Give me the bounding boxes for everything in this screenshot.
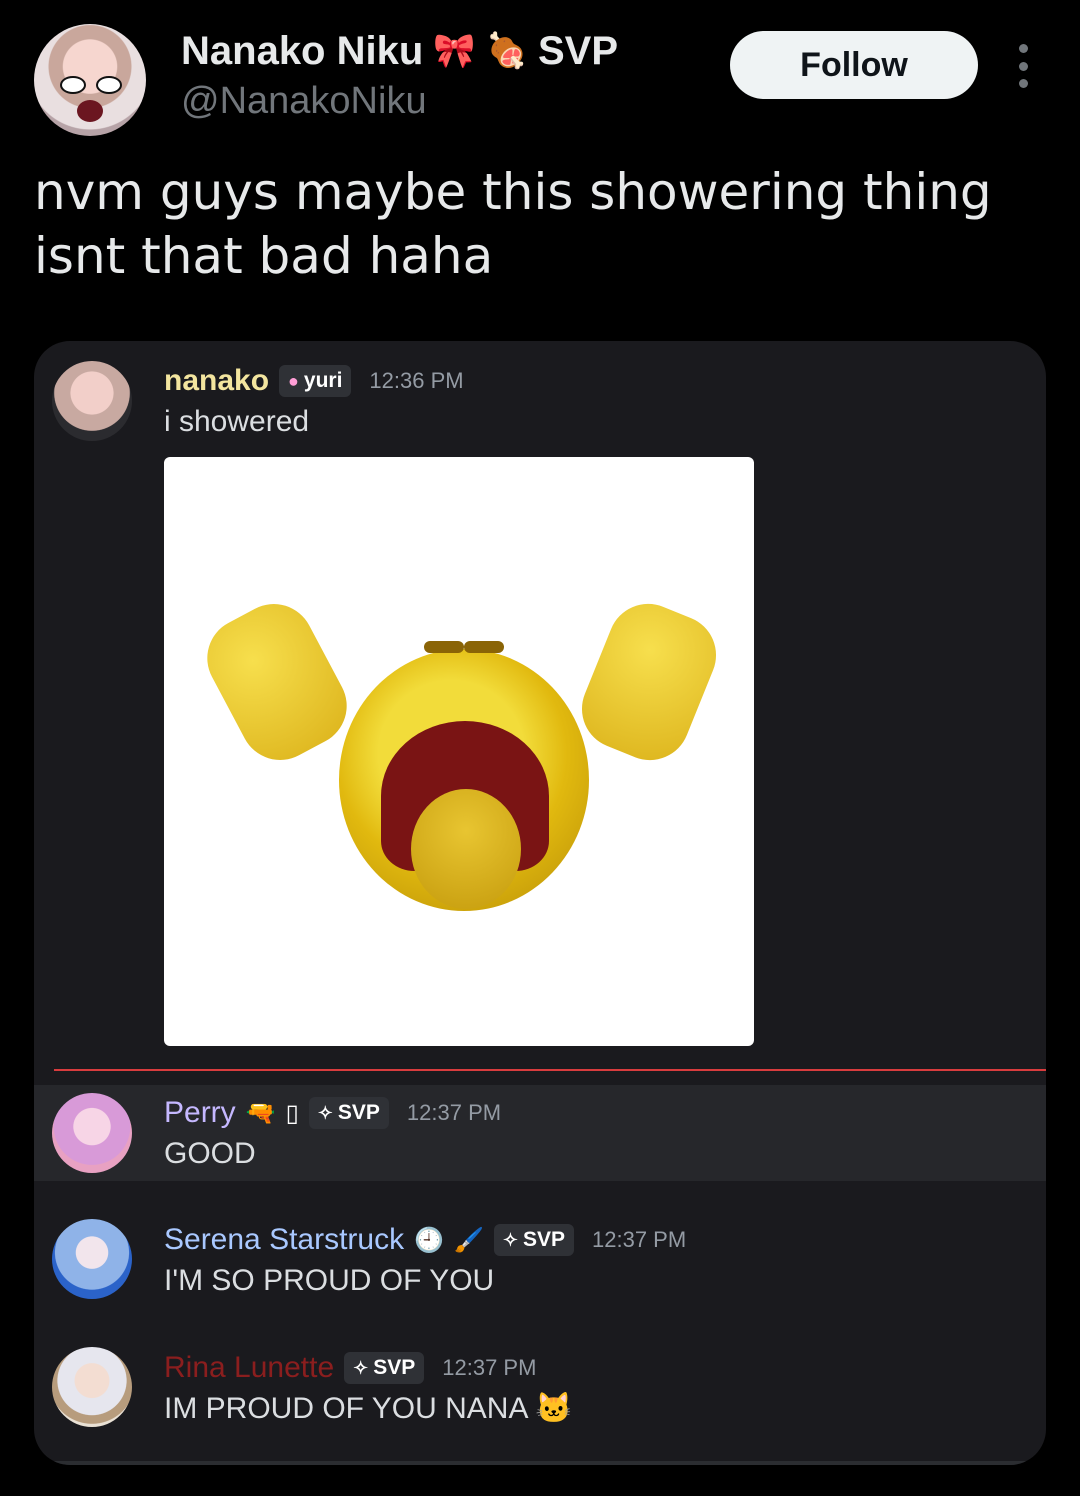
diamond-icon: ✧: [317, 1103, 333, 1123]
card-bottom-edge: [34, 1461, 1046, 1465]
message-text: i showered: [164, 405, 310, 438]
right-hand-shape: [569, 591, 729, 773]
brush-icon: 🖌️: [454, 1226, 484, 1254]
message-header: Serena Starstruck 🕘 🖌️ ✧ SVP 12:37 PM: [164, 1220, 686, 1260]
perry-avatar: [52, 1093, 132, 1173]
rina-avatar: [52, 1347, 132, 1427]
heart-icon: ●: [288, 371, 299, 391]
avatar-eye-right: [96, 76, 122, 94]
message-header: Perry 🔫 ▯ ✧ SVP 12:37 PM: [164, 1093, 501, 1133]
diamond-icon: ✧: [502, 1230, 518, 1250]
message-timestamp: 12:36 PM: [369, 368, 464, 393]
message-timestamp: 12:37 PM: [406, 1100, 502, 1125]
new-messages-divider: [54, 1069, 1046, 1071]
author-display-name[interactable]: Nanako Niku: [181, 29, 423, 74]
tweet-header: Nanako Niku 🎀 🍖 SVP @NanakoNiku Follow: [0, 0, 1080, 150]
meat-emoji-icon: 🍖: [485, 31, 528, 71]
attached-media[interactable]: nanako ● yuri 12:36 PM i showered Perry …: [34, 341, 1046, 1465]
nanako-avatar: [52, 361, 132, 441]
avatar-mouth: [77, 100, 103, 122]
message-text: I'M SO PROUD OF YOU: [164, 1264, 495, 1297]
face-chin-shape: [411, 789, 521, 909]
crying-face-shape: [339, 649, 589, 911]
more-options-icon[interactable]: [1008, 44, 1038, 88]
author-avatar[interactable]: [34, 24, 146, 136]
message-text: IM PROUD OF YOU NANA 🐱: [164, 1392, 573, 1426]
diamond-icon: ✧: [353, 1358, 369, 1378]
serena-avatar: [52, 1219, 132, 1299]
author-handle[interactable]: @NanakoNiku: [181, 80, 427, 123]
message-text: GOOD: [164, 1137, 256, 1170]
follow-button[interactable]: Follow: [730, 31, 978, 99]
message-timestamp: 12:37 PM: [442, 1355, 537, 1380]
message-header: nanako ● yuri 12:36 PM: [164, 361, 464, 401]
crying-emoji-image: [164, 457, 754, 1046]
message-username: nanako: [164, 364, 270, 397]
water-gun-icon: 🔫: [245, 1099, 276, 1127]
bow-emoji-icon: 🎀: [433, 31, 476, 71]
author-name-suffix: SVP: [537, 28, 619, 73]
role-tag: ✧ SVP: [344, 1352, 425, 1384]
role-tag-label: SVP: [373, 1356, 416, 1379]
avatar-eye-left: [60, 76, 86, 94]
cat-emoji-icon: 🐱: [535, 1392, 573, 1425]
role-tag: ✧ SVP: [308, 1097, 389, 1129]
message-timestamp: 12:37 PM: [592, 1227, 687, 1252]
message-username: Perry: [164, 1096, 236, 1129]
clock-icon: 🕘: [414, 1226, 444, 1254]
right-brow-shape: [464, 641, 504, 653]
box-badge-icon: ▯: [285, 1099, 299, 1127]
role-tag-label: SVP: [337, 1101, 380, 1124]
message-username: Serena Starstruck: [164, 1223, 405, 1256]
role-tag: ● yuri: [279, 365, 352, 397]
author-name-row[interactable]: Nanako Niku 🎀 🍖 SVP: [181, 26, 618, 76]
role-tag: ✧ SVP: [493, 1224, 575, 1256]
left-brow-shape: [424, 641, 464, 653]
message-text-content: IM PROUD OF YOU NANA: [164, 1392, 527, 1425]
tweet-text: nvm guys maybe this showering thing isnt…: [34, 163, 992, 285]
message-header: Rina Lunette ✧ SVP 12:37 PM: [164, 1348, 536, 1388]
role-tag-label: SVP: [522, 1228, 566, 1251]
message-username: Rina Lunette: [164, 1351, 335, 1384]
left-hand-shape: [193, 589, 361, 775]
role-tag-label: yuri: [303, 369, 343, 392]
